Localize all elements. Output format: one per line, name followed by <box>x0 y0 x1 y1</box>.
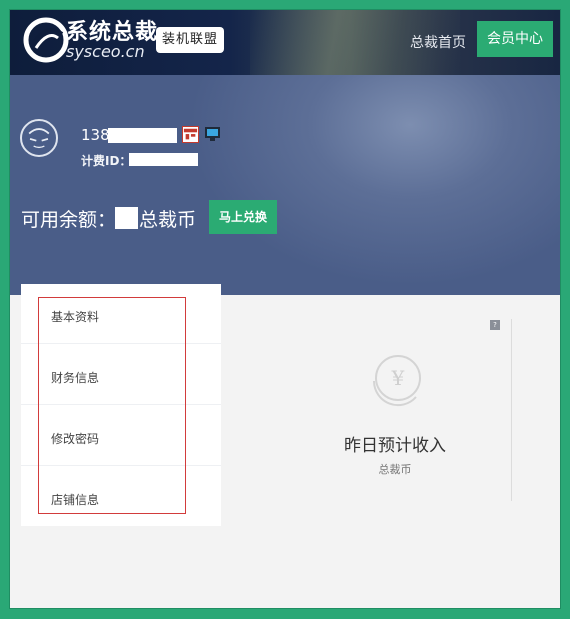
nav-home-link[interactable]: 总裁首页 <box>410 32 466 52</box>
shop-icon[interactable] <box>182 126 199 143</box>
yuan-coin-icon: ¥ <box>372 355 421 407</box>
avatar-face-icon[interactable] <box>20 119 58 157</box>
member-center-page: 系统总裁 sysceo.cn 装机联盟 总裁首页 会员中心 138 计费ID： … <box>10 10 560 608</box>
profile-band: 138 计费ID： 可用余额： 总裁币 马上兑换 <box>10 75 560 295</box>
phone-number: 138 <box>81 126 110 144</box>
fee-id-label: 计费ID： <box>81 154 132 168</box>
balance-label: 可用余额： <box>21 209 117 231</box>
top-header: 系统总裁 sysceo.cn 装机联盟 总裁首页 会员中心 <box>10 10 560 75</box>
yesterday-income-title: 昨日预计收入 <box>344 436 446 456</box>
balance-mask <box>115 207 138 229</box>
logo-subtitle: sysceo.cn <box>66 42 145 61</box>
computer-icon[interactable] <box>204 126 221 142</box>
stat-divider <box>511 319 512 501</box>
yesterday-income-unit: 总裁币 <box>378 463 412 476</box>
menu-highlight-box <box>38 297 186 514</box>
phone-mask <box>108 128 177 143</box>
coin-symbol: ¥ <box>391 366 405 390</box>
fee-id-mask <box>129 153 198 166</box>
balance-unit: 总裁币 <box>139 209 197 231</box>
exchange-button[interactable]: 马上兑换 <box>209 200 277 234</box>
help-icon[interactable]: ? <box>490 320 500 330</box>
nav-member-center-button[interactable]: 会员中心 <box>477 21 553 57</box>
league-badge[interactable]: 装机联盟 <box>156 27 224 53</box>
